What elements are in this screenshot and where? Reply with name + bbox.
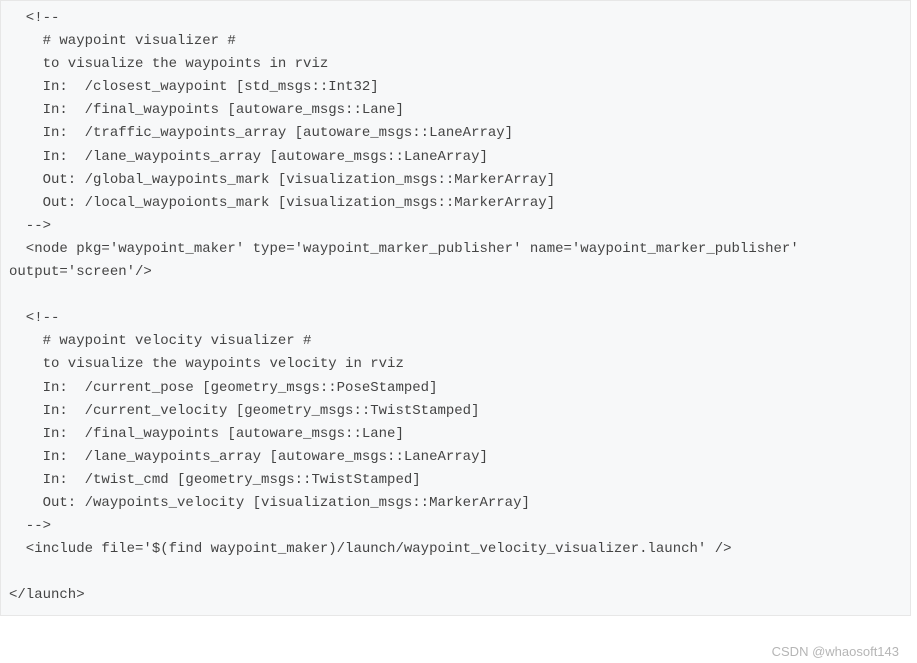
code-line: # waypoint visualizer # [9, 33, 236, 49]
code-line: In: /closest_waypoint [std_msgs::Int32] [9, 79, 379, 95]
code-line: to visualize the waypoints in rviz [9, 56, 328, 72]
code-line: In: /current_velocity [geometry_msgs::Tw… [9, 403, 479, 419]
code-line: output='screen'/> [9, 264, 152, 280]
code-line: In: /lane_waypoints_array [autoware_msgs… [9, 449, 488, 465]
code-line: Out: /waypoints_velocity [visualization_… [9, 495, 530, 511]
code-line: to visualize the waypoints velocity in r… [9, 356, 404, 372]
watermark-text: CSDN @whaosoft143 [772, 644, 899, 659]
code-line: In: /traffic_waypoints_array [autoware_m… [9, 125, 513, 141]
code-line: # waypoint velocity visualizer # [9, 333, 311, 349]
code-line: In: /final_waypoints [autoware_msgs::Lan… [9, 426, 404, 442]
code-line: Out: /local_waypoionts_mark [visualizati… [9, 195, 555, 211]
code-line: In: /twist_cmd [geometry_msgs::TwistStam… [9, 472, 421, 488]
code-line: <include file='$(find waypoint_maker)/la… [9, 541, 732, 557]
code-line: <node pkg='waypoint_maker' type='waypoin… [9, 241, 799, 257]
code-line: <!-- [9, 310, 59, 326]
code-line: </launch> [9, 587, 85, 603]
code-line: --> [9, 518, 51, 534]
code-line: --> [9, 218, 51, 234]
code-line: In: /lane_waypoints_array [autoware_msgs… [9, 149, 488, 165]
code-line: In: /current_pose [geometry_msgs::PoseSt… [9, 380, 437, 396]
code-block: <!-- # waypoint visualizer # to visualiz… [0, 0, 911, 616]
code-line: In: /final_waypoints [autoware_msgs::Lan… [9, 102, 404, 118]
code-line: Out: /global_waypoints_mark [visualizati… [9, 172, 555, 188]
code-line: <!-- [9, 10, 59, 26]
